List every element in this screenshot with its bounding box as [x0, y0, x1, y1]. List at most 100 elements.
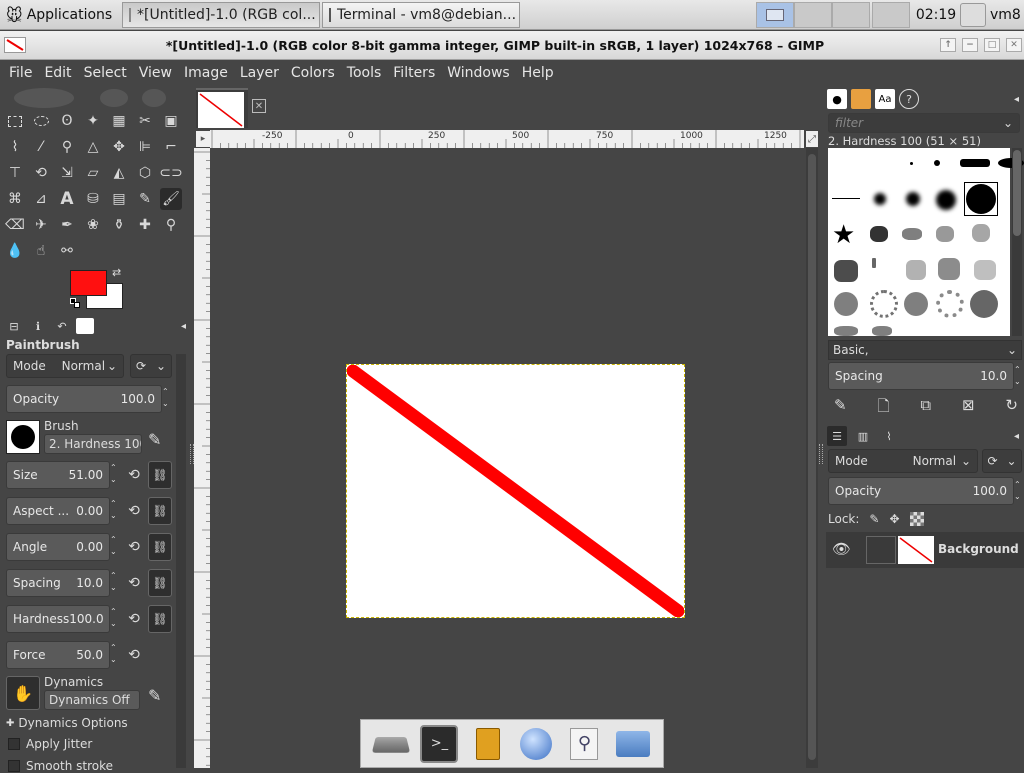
close-image-tab-icon[interactable]: ✕ — [252, 99, 266, 113]
lock-position-icon[interactable]: ✥ — [889, 512, 899, 526]
brushes-tab-icon[interactable]: ● — [827, 89, 847, 109]
aspect-link-icon[interactable]: ⛓ — [148, 497, 172, 525]
ink-icon[interactable]: ✒ — [56, 214, 78, 236]
workspace-3[interactable] — [832, 2, 870, 28]
menu-filters[interactable]: Filters — [387, 65, 441, 81]
gradient-icon[interactable]: ▤ — [108, 188, 130, 210]
brush-preview-button[interactable] — [6, 420, 40, 454]
angle-link-icon[interactable]: ⛓ — [148, 533, 172, 561]
handle-transform-icon[interactable]: ⊿ — [30, 188, 52, 210]
angle-spinner[interactable]: ⌃ ⌄ — [110, 534, 117, 558]
patterns-tab-icon[interactable] — [851, 89, 871, 109]
selected-brush[interactable] — [964, 182, 998, 216]
aspect-slider[interactable]: Aspect ... 0.00 — [6, 497, 110, 525]
menu-image[interactable]: Image — [178, 65, 234, 81]
applications-menu-button[interactable]: 🐭 Applications — [2, 2, 120, 28]
scale-icon[interactable]: ⇲ — [56, 162, 78, 184]
angle-slider[interactable]: Angle 0.00 — [6, 533, 110, 561]
edit-dynamics-icon[interactable]: ✎ — [148, 686, 161, 705]
cage-transform-icon[interactable]: ⊂⊃ — [159, 162, 182, 184]
fonts-tab-icon[interactable]: Aa — [875, 89, 895, 109]
foreground-color-swatch[interactable] — [70, 270, 107, 296]
tab-menu-icon[interactable]: ◂ — [1014, 431, 1019, 442]
layer-opacity-slider[interactable]: Opacity 100.0 — [828, 477, 1014, 505]
force-slider[interactable]: Force 50.0 — [6, 641, 110, 669]
eye-icon[interactable]: 👁 — [832, 540, 851, 558]
new-brush-icon[interactable]: 🗋 — [877, 396, 889, 421]
aspect-reset-icon[interactable]: ⟲ — [124, 501, 144, 521]
brush-grid[interactable]: ★ — [828, 148, 1024, 336]
menu-help[interactable]: Help — [516, 65, 560, 81]
terminal-icon[interactable]: >_ — [420, 724, 459, 763]
dock-resize-handle[interactable] — [190, 444, 194, 464]
eraser-icon[interactable]: ⌫ — [4, 214, 26, 236]
pencil-icon[interactable]: ✎ — [134, 188, 156, 210]
dynamics-button[interactable]: ✋ — [6, 676, 40, 710]
fuzzy-select-icon[interactable]: ✦ — [82, 110, 104, 132]
scissors-icon[interactable]: ✂ — [134, 110, 156, 132]
align-icon[interactable]: ⊫ — [134, 136, 156, 158]
paths-icon[interactable]: ⌇ — [4, 136, 26, 158]
angle-reset-icon[interactable]: ⟲ — [124, 537, 144, 557]
lock-alpha-icon[interactable] — [909, 512, 924, 526]
text-icon[interactable]: A — [56, 188, 78, 210]
opacity-slider[interactable]: Opacity 100.0 — [6, 385, 162, 413]
window-up-icon[interactable]: ↑ — [940, 38, 956, 52]
smooth-stroke-checkbox[interactable]: Smooth stroke — [8, 759, 113, 773]
show-desktop-icon[interactable] — [372, 725, 411, 763]
select-by-color-icon[interactable]: ▦ — [108, 110, 130, 132]
crop-icon[interactable]: ⌐ — [160, 136, 182, 158]
perspective-icon[interactable]: ⬡ — [134, 162, 156, 184]
color-picker-icon[interactable]: ⁄ — [30, 136, 52, 158]
task-terminal-window[interactable]: Terminal - vm8@debian... — [322, 2, 520, 28]
task-gimp-window[interactable]: *[Untitled]-1.0 (RGB col... — [122, 2, 320, 28]
duplicate-brush-icon[interactable]: ⧉ — [920, 396, 931, 421]
flip-icon[interactable]: ◭ — [108, 162, 130, 184]
ruler-horizontal[interactable]: -250 0 250 500 750 1000 1250 — [210, 130, 804, 148]
aspect-spinner[interactable]: ⌃ ⌄ — [110, 498, 117, 522]
size-link-icon[interactable]: ⛓ — [148, 461, 172, 489]
size-reset-icon[interactable]: ⟲ — [124, 465, 144, 485]
brush-filter-field[interactable]: filter ⌄ — [828, 113, 1020, 133]
file-manager-icon[interactable] — [469, 725, 507, 763]
paint-mode-reset-select[interactable]: ⟳ ⌄ — [130, 354, 172, 378]
help-tab-icon[interactable]: ? — [899, 89, 919, 109]
size-spinner[interactable]: ⌃ ⌄ — [110, 462, 117, 486]
free-select-icon[interactable]: ʘ — [56, 110, 78, 132]
spacing-link-icon[interactable]: ⛓ — [148, 569, 172, 597]
chain-toggle[interactable] — [866, 536, 896, 564]
undo-history-tab-icon[interactable]: ↶ — [52, 316, 72, 336]
unified-transform-icon[interactable]: ⊤ — [4, 162, 26, 184]
brush-tag-select[interactable]: Basic, ⌄ — [828, 340, 1022, 360]
hardness-reset-icon[interactable]: ⟲ — [124, 609, 144, 629]
window-maximize-icon[interactable]: □ — [984, 38, 1000, 52]
layer-opacity-spinner[interactable]: ⌃ ⌄ — [1014, 479, 1021, 503]
paths-tab-icon[interactable]: ⌇ — [879, 426, 899, 446]
window-minimize-icon[interactable]: − — [962, 38, 978, 52]
shear-icon[interactable]: ▱ — [82, 162, 104, 184]
opacity-spinner[interactable]: ⌃ ⌄ — [162, 386, 169, 410]
menu-colors[interactable]: Colors — [285, 65, 341, 81]
menu-edit[interactable]: Edit — [38, 65, 77, 81]
workspace-4[interactable] — [872, 2, 910, 28]
dock-resize-handle[interactable] — [819, 444, 823, 464]
bucket-fill-icon[interactable]: ⛁ — [82, 188, 104, 210]
menu-file[interactable]: File — [3, 65, 38, 81]
hardness-link-icon[interactable]: ⛓ — [148, 605, 172, 633]
zoom-follow-icon[interactable]: ⤢ — [806, 131, 818, 147]
tab-menu-icon[interactable]: ◂ — [181, 321, 186, 332]
brush-grid-scrollbar[interactable] — [1012, 148, 1022, 336]
move-icon[interactable]: ✥ — [108, 136, 130, 158]
smudge-icon[interactable]: ☝ — [30, 240, 52, 262]
clone-icon[interactable]: ⚱ — [108, 214, 130, 236]
workspace-1[interactable] — [756, 2, 794, 28]
scrollbar-thumb[interactable] — [1013, 150, 1021, 236]
brush-name-field[interactable]: 2. Hardness 100 — [44, 434, 142, 454]
menu-layer[interactable]: Layer — [234, 65, 285, 81]
scrollbar-thumb[interactable] — [808, 154, 816, 760]
images-tab-icon[interactable] — [76, 318, 94, 334]
zoom-icon[interactable]: ⚲ — [56, 136, 78, 158]
delete-brush-icon[interactable]: ⊠ — [962, 396, 975, 421]
refresh-brushes-icon[interactable]: ↻ — [1005, 396, 1018, 421]
clock[interactable]: 02:19 — [914, 0, 958, 30]
